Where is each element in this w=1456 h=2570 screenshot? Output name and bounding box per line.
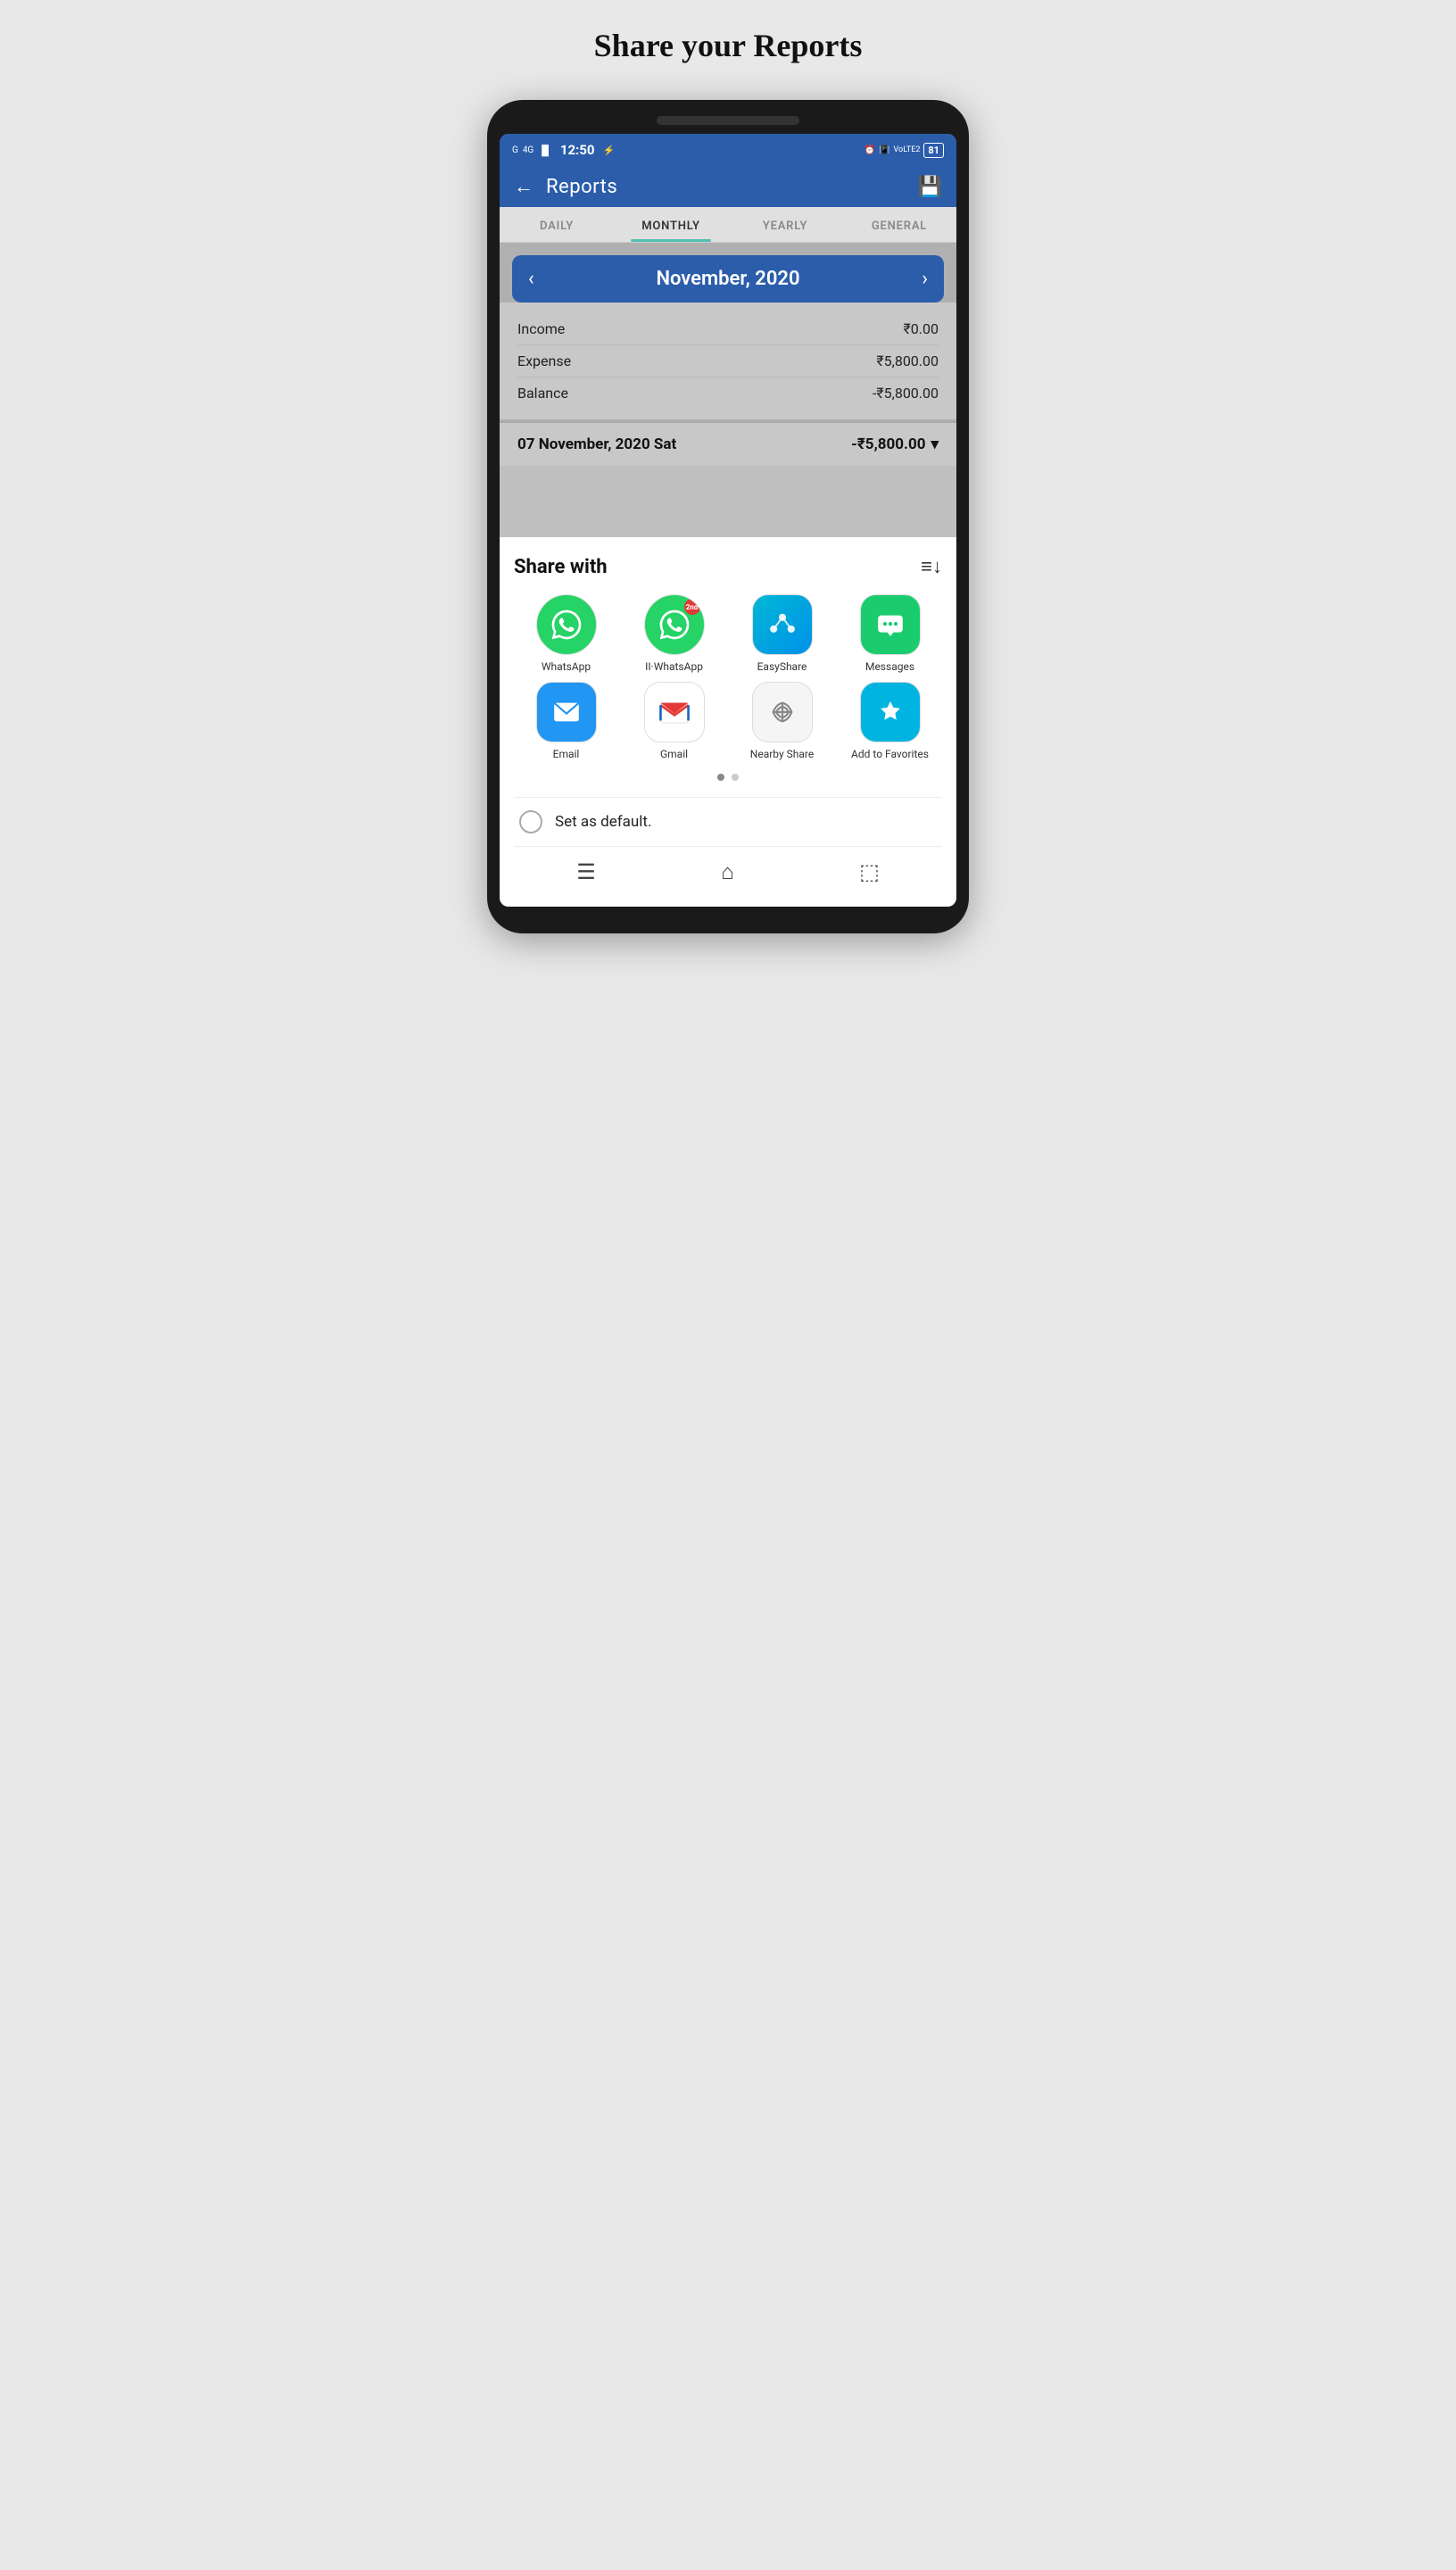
app-gmail[interactable]: Gmail [622, 682, 726, 760]
favorites-icon [860, 682, 921, 742]
income-row: Income ₹0.00 [517, 313, 939, 345]
tabs-bar: DAILY MONTHLY YEARLY GENERAL [500, 207, 956, 243]
share-apps-grid: WhatsApp 2nd II·WhatsApp [514, 594, 942, 761]
app-bar: ← Reports 💾 [500, 166, 956, 207]
default-row[interactable]: Set as default. [514, 797, 942, 846]
signal-4g-icon: 4G [523, 145, 534, 155]
save-button[interactable]: 💾 [918, 176, 942, 198]
income-label: Income [517, 320, 565, 337]
app-favorites[interactable]: Add to Favorites [838, 682, 942, 760]
expense-value: ₹5,800.00 [876, 352, 939, 369]
nav-back-icon[interactable]: ⬚ [859, 859, 880, 884]
month-label: November, 2020 [656, 268, 799, 290]
next-month-button[interactable]: › [922, 268, 928, 290]
whatsapp2-label: II·WhatsApp [645, 660, 703, 673]
default-label: Set as default. [555, 813, 651, 831]
tab-daily[interactable]: DAILY [500, 207, 614, 242]
favorites-label: Add to Favorites [851, 748, 929, 760]
balance-row: Balance -₹5,800.00 [517, 377, 939, 409]
status-time: 12:50 [560, 142, 595, 158]
email-icon [536, 682, 597, 742]
back-button[interactable]: ← [514, 175, 534, 198]
date-row-value: -₹5,800.00 ▾ [851, 435, 939, 453]
phone-notch [657, 116, 799, 125]
share-sheet: Share with ≡↓ WhatsApp [500, 537, 956, 907]
date-row[interactable]: 07 November, 2020 Sat -₹5,800.00 ▾ [500, 421, 956, 466]
app-bar-title: Reports [546, 176, 906, 198]
pagination-dots [514, 774, 942, 781]
nearby-label: Nearby Share [750, 748, 814, 760]
phone-frame: G 4G ▐▌ 12:50 ⚡ ⏰ 📳 VoLTE2 81 ← [487, 100, 969, 933]
gmail-icon [644, 682, 705, 742]
whatsapp-icon [536, 594, 597, 655]
prev-month-button[interactable]: ‹ [528, 268, 534, 290]
alarm-icon: ⏰ [864, 145, 875, 155]
status-bar: G 4G ▐▌ 12:50 ⚡ ⏰ 📳 VoLTE2 81 [500, 134, 956, 166]
easyshare-label: EasyShare [757, 660, 807, 673]
sort-icon[interactable]: ≡↓ [921, 555, 942, 578]
tab-general[interactable]: GENERAL [842, 207, 956, 242]
month-nav: ‹ November, 2020 › [512, 255, 944, 303]
usb-icon: ⚡ [603, 145, 616, 156]
share-header: Share with ≡↓ [514, 555, 942, 578]
battery-icon: 81 [923, 143, 944, 158]
easyshare-icon [752, 594, 813, 655]
bottom-nav: ☰ ⌂ ⬚ [514, 846, 942, 898]
app-whatsapp2[interactable]: 2nd II·WhatsApp [622, 594, 726, 673]
app-messages[interactable]: Messages [838, 594, 942, 673]
dot-2 [732, 774, 739, 781]
expense-row: Expense ₹5,800.00 [517, 345, 939, 377]
chevron-down-icon: ▾ [931, 435, 939, 453]
share-title: Share with [514, 556, 608, 578]
messages-label: Messages [865, 660, 914, 673]
income-value: ₹0.00 [904, 320, 939, 337]
signal-bars-icon: ▐▌ [538, 145, 552, 156]
dot-1 [717, 774, 724, 781]
app-nearby[interactable]: Nearby Share [730, 682, 834, 760]
app-easyshare[interactable]: EasyShare [730, 594, 834, 673]
expense-label: Expense [517, 352, 571, 369]
whatsapp2-badge: 2nd [684, 599, 700, 615]
phone-screen: G 4G ▐▌ 12:50 ⚡ ⏰ 📳 VoLTE2 81 ← [500, 134, 956, 907]
gmail-label: Gmail [660, 748, 688, 760]
volte-icon: VoLTE2 [894, 145, 921, 154]
date-row-label: 07 November, 2020 Sat [517, 435, 676, 453]
grey-filler [500, 466, 956, 537]
signal-g-icon: G [512, 145, 518, 155]
app-email[interactable]: Email [514, 682, 618, 760]
page-wrapper: Share your Reports G 4G ▐▌ 12:50 ⚡ ⏰ 📳 V… [364, 18, 1092, 933]
whatsapp2-icon: 2nd [644, 594, 705, 655]
tab-yearly[interactable]: YEARLY [728, 207, 842, 242]
nearby-icon [752, 682, 813, 742]
nav-menu-icon[interactable]: ☰ [576, 859, 596, 884]
tab-monthly[interactable]: MONTHLY [614, 207, 728, 242]
email-label: Email [553, 748, 580, 760]
balance-value: -₹5,800.00 [873, 385, 939, 402]
summary-section: Income ₹0.00 Expense ₹5,800.00 Balance -… [500, 303, 956, 419]
vibrate-icon: 📳 [879, 145, 889, 155]
whatsapp-label: WhatsApp [542, 660, 591, 673]
balance-label: Balance [517, 385, 568, 402]
app-whatsapp[interactable]: WhatsApp [514, 594, 618, 673]
nav-home-icon[interactable]: ⌂ [721, 859, 734, 885]
status-left: G 4G ▐▌ 12:50 ⚡ [512, 142, 615, 158]
page-title: Share your Reports [594, 27, 863, 64]
status-right: ⏰ 📳 VoLTE2 81 [864, 143, 944, 158]
messages-icon [860, 594, 921, 655]
default-radio[interactable] [519, 810, 542, 833]
